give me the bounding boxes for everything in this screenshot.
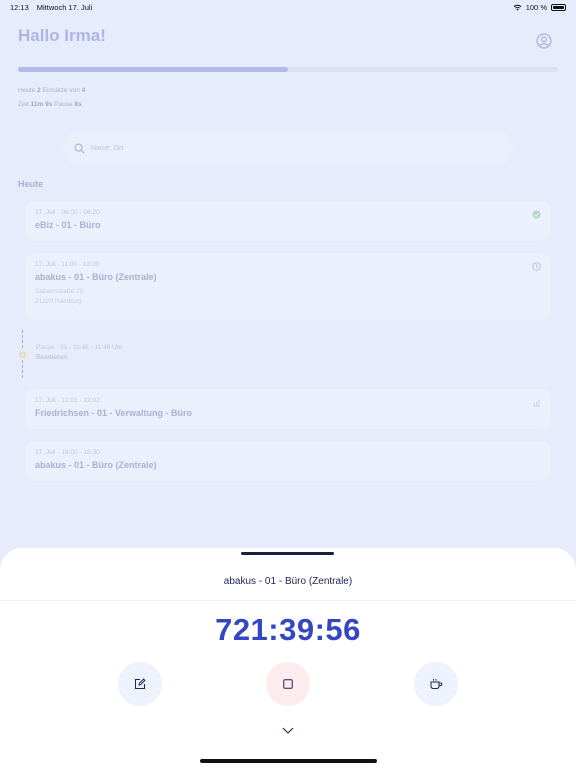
clock-icon [532,262,541,271]
active-job-sheet: abakus - 01 - Büro (Zentrale) 721:39:56 [0,548,576,768]
profile-icon[interactable] [536,33,552,49]
stop-button[interactable] [266,662,310,706]
pause-text: Pause · 8s · 11:46 - 11:46 Uhr [36,344,123,351]
stats-line-1: Heute 2 Einsätze von 4 [18,87,85,94]
job-meta: 17. Juli · 18:00 - 18:30 [35,449,100,456]
status-time: 12:13 [10,2,29,12]
coffee-icon [430,679,443,689]
job-card[interactable]: 17. Juli · 18:00 - 18:30 abakus - 01 - B… [26,441,550,481]
collapse-sheet-button[interactable] [280,724,296,736]
edit-icon [135,678,146,689]
active-job-title: abakus - 01 - Büro (Zentrale) [223,576,353,587]
edit-button[interactable] [118,662,162,706]
status-bar: 12:13 Mittwoch 17. Juli 100 % [0,0,576,14]
job-card[interactable]: 17. Juli · 06:00 - 06:20 eBiz - 01 - Bür… [26,201,550,241]
job-card[interactable]: 17. Juli · 12:01 - 12:02 Friedrichsen - … [26,389,550,429]
status-right: 100 % [513,3,566,12]
greeting-title: Hallo Irma! [18,26,106,45]
stats-value: 8s [74,101,82,108]
stop-icon [283,679,293,689]
elapsed-timer: 721:39:56 [215,612,361,647]
sheet-drag-handle[interactable] [241,552,334,555]
coffee-icon [17,348,29,360]
search-bar[interactable] [62,133,514,163]
stats-value: 2 [37,87,41,94]
check-icon [532,210,541,219]
wifi-icon [513,4,522,11]
pause-edit-link[interactable]: Bearbeiten [36,354,67,361]
pause-button[interactable] [414,662,458,706]
job-address: Sabeerstraße 20 21220 Hamburg [35,287,541,307]
job-title: abakus - 01 - Büro (Zentrale) [35,460,157,470]
stats-label: Pause [54,101,73,108]
job-address-city: 21220 Hamburg [35,297,82,305]
chart-icon [532,399,541,407]
daily-progress-fill [18,67,288,72]
chevron-down-icon [282,727,294,734]
job-meta: 17. Juli · 12:01 - 12:02 [35,397,100,404]
job-card[interactable]: 17. Juli · 11:00 - 13:00 abakus - 01 - B… [26,253,550,320]
stats-line-2: Zeit 11m 9s Pause 8s [18,101,82,108]
battery-percent: 100 % [525,2,547,12]
section-title-today: Heute [18,179,44,189]
stats-value: 11m 9s [30,101,53,108]
job-meta: 17. Juli · 11:00 - 13:00 [35,261,100,268]
stats-label: Heute [18,87,36,94]
job-title: abakus - 01 - Büro (Zentrale) [35,272,157,282]
job-title: Friedrichsen - 01 - Verwaltung - Büro [35,408,193,418]
pause-entry: Pause · 8s · 11:46 - 11:46 Uhr Bearbeite… [14,330,314,378]
stats-label: Zeit [18,101,29,108]
home-indicator [200,759,377,763]
search-icon [74,143,85,154]
daily-progress-bar [18,67,558,72]
sheet-divider [0,600,576,601]
job-title: eBiz - 01 - Büro [35,220,101,230]
status-date: Mittwoch 17. Juli [36,2,93,12]
stats-value: 4 [81,87,86,94]
battery-icon [551,3,566,11]
job-meta: 17. Juli · 06:00 - 06:20 [35,209,100,216]
job-address-street: Sabeerstraße 20 [35,288,84,295]
stats-label: Einsätze von [42,87,80,94]
search-input[interactable] [91,144,451,152]
